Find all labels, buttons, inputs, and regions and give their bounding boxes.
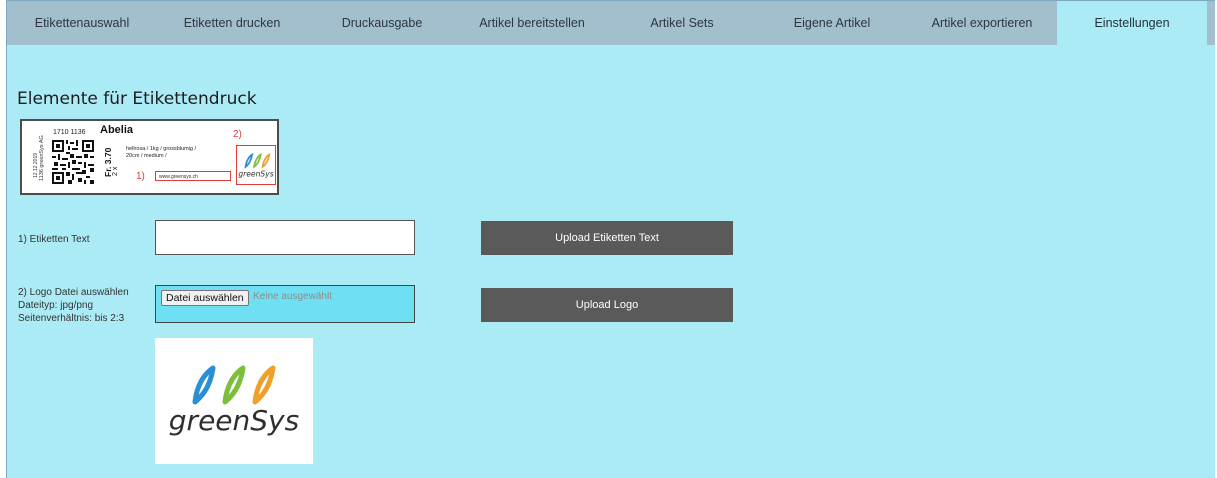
file-status-text: Keine ausgewählt [253, 291, 332, 302]
tab-einstellungen[interactable]: Einstellungen [1057, 1, 1207, 45]
tabbar-endcap [1207, 1, 1215, 45]
logo-file-input: Datei auswählen Keine ausgewählt [155, 285, 415, 323]
logo-ratio-hint: Seitenverhältnis: bis 2:3 [18, 313, 125, 324]
tab-artikel-sets[interactable]: Artikel Sets [607, 1, 757, 45]
label-quantity: 2 x [112, 166, 119, 176]
tab-artikel-bereitstellen[interactable]: Artikel bereitstellen [457, 1, 607, 45]
page-title: Elemente für Etikettendruck [17, 89, 257, 109]
etiketten-text-input[interactable] [155, 220, 415, 255]
tab-etikettenauswahl[interactable]: Etikettenauswahl [7, 1, 157, 45]
marker-text: 1) [136, 171, 145, 182]
label-logo-icon: greenSys [236, 145, 276, 185]
qr-code-icon [52, 140, 94, 184]
svg-text:greenSys: greenSys [238, 169, 273, 178]
tab-druckausgabe[interactable]: Druckausgabe [307, 1, 457, 45]
tab-artikel-exportieren[interactable]: Artikel exportieren [907, 1, 1057, 45]
tab-eigene-artikel[interactable]: Eigene Artikel [757, 1, 907, 45]
label-sample-image: 12.12.2019 1136 greenSys AG 1710 1136 Ab… [20, 119, 279, 195]
logo-file-label: 2) Logo Datei auswählen [18, 287, 129, 298]
label-article-number: 1710 1136 [53, 129, 86, 136]
marker-logo: 2) [233, 129, 242, 140]
etiketten-text-label: 1) Etiketten Text [18, 234, 90, 245]
logo-preview-text: greenSys [169, 404, 299, 437]
logo-filetype-hint: Dateityp: jpg/png [18, 300, 94, 311]
greensys-logo-icon: greenSys [169, 365, 299, 437]
settings-page: Etikettenauswahl Etiketten drucken Druck… [6, 0, 1215, 478]
tab-etiketten-drucken[interactable]: Etiketten drucken [157, 1, 307, 45]
label-article-name: Abelia [100, 124, 134, 136]
label-company: 1136 greenSys AG [39, 135, 45, 181]
main-nav: Etikettenauswahl Etiketten drucken Druck… [7, 1, 1215, 45]
label-url-field: www.greensys.ch [155, 171, 231, 181]
upload-etiketten-text-button[interactable]: Upload Etiketten Text [481, 221, 733, 255]
logo-preview: greenSys [155, 338, 313, 464]
upload-logo-button[interactable]: Upload Logo [481, 288, 733, 322]
label-description: hellrosa / 1kg / grossblumig / 20cm / me… [126, 146, 197, 159]
choose-file-button[interactable]: Datei auswählen [161, 290, 249, 306]
